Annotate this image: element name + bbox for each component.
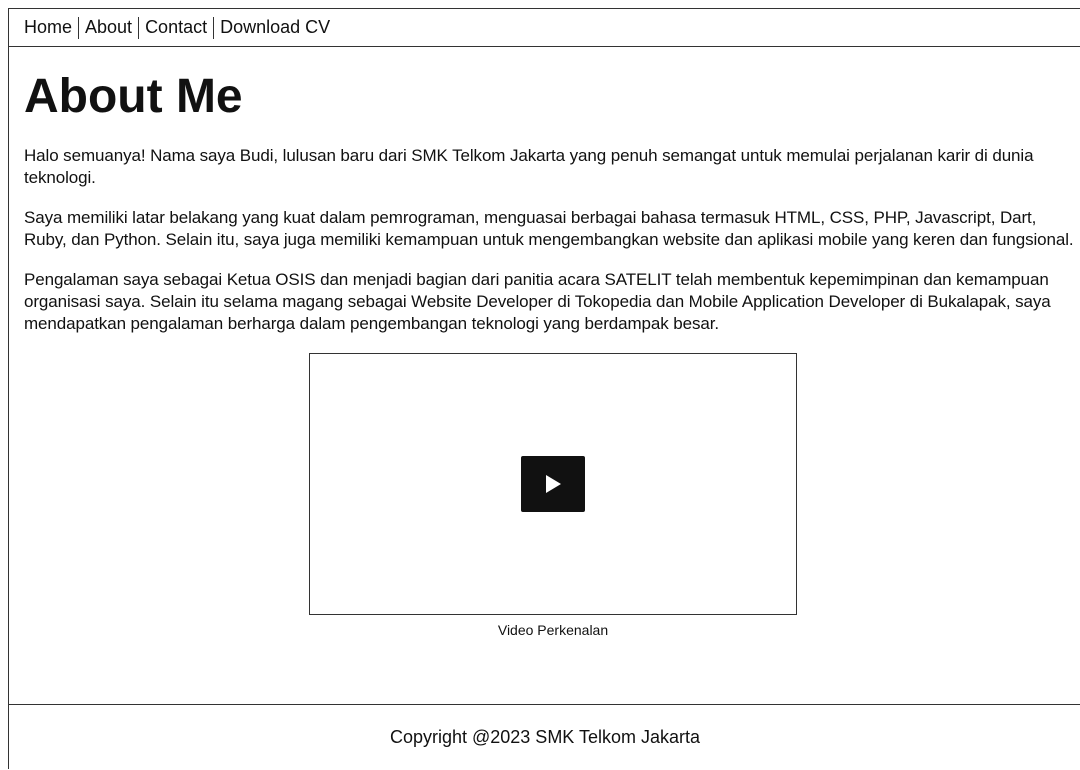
- page: Home About Contact Download CV About Me …: [8, 8, 1080, 769]
- video-player[interactable]: [309, 353, 797, 615]
- copyright-text: Copyright @2023 SMK Telkom Jakarta: [389, 727, 701, 747]
- nav-link-contact[interactable]: Contact: [145, 17, 207, 38]
- nav-divider: [138, 16, 140, 39]
- intro-paragraph: Halo semuanya! Nama saya Budi, lulusan b…: [24, 146, 1034, 187]
- footer: Copyright @2023 SMK Telkom Jakarta: [9, 704, 1080, 770]
- main-content: About Me Halo semuanya! Nama saya Budi, …: [9, 70, 1080, 639]
- play-icon: [546, 475, 561, 493]
- nav-link-home[interactable]: Home: [24, 17, 72, 38]
- video-caption: Video Perkenalan: [497, 622, 609, 638]
- nav-divider: [213, 16, 215, 39]
- nav-link-about[interactable]: About: [85, 17, 132, 38]
- video-section: Video Perkenalan: [24, 353, 1080, 638]
- nav-link-download-cv[interactable]: Download CV: [220, 17, 330, 38]
- skills-paragraph: Saya memiliki latar belakang yang kuat d…: [24, 208, 1074, 249]
- page-title: About Me: [24, 70, 243, 123]
- top-nav: Home About Contact Download CV: [9, 9, 1080, 47]
- nav-divider: [78, 16, 80, 39]
- experience-paragraph: Pengalaman saya sebagai Ketua OSIS dan m…: [24, 270, 1051, 333]
- play-button[interactable]: [521, 456, 585, 512]
